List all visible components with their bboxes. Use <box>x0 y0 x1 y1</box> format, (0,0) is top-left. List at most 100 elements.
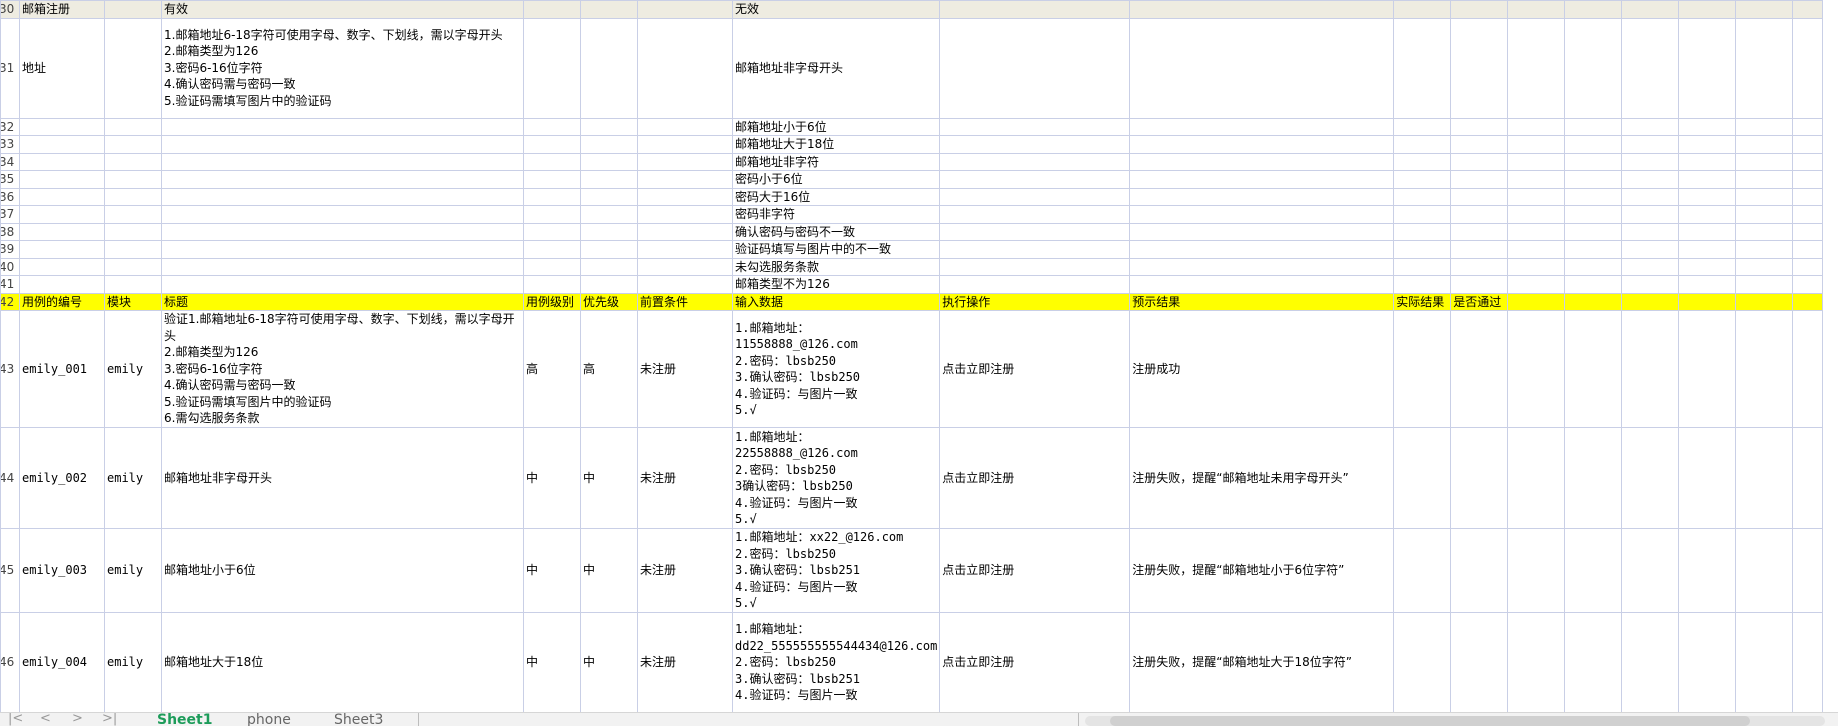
cell[interactable]: 点击立即注册 <box>939 612 1131 712</box>
cell[interactable] <box>1678 135 1737 154</box>
cell[interactable] <box>1792 152 1824 171</box>
cell[interactable] <box>1507 205 1566 224</box>
cell[interactable] <box>1450 427 1509 529</box>
cell[interactable] <box>104 240 162 259</box>
cell[interactable] <box>1393 528 1452 613</box>
cell[interactable] <box>1393 187 1452 206</box>
cell[interactable] <box>1129 0 1395 19</box>
cell[interactable] <box>1678 117 1737 136</box>
cell[interactable] <box>1621 152 1680 171</box>
cell[interactable]: 验证码填写与图片中的不一致 <box>731 240 941 259</box>
cell[interactable] <box>1393 205 1452 224</box>
cell[interactable] <box>1735 17 1794 119</box>
cell[interactable] <box>1678 257 1737 276</box>
cell[interactable] <box>1564 310 1623 428</box>
cell[interactable]: 用例的编号 <box>19 292 105 311</box>
cell[interactable] <box>523 257 581 276</box>
cell[interactable] <box>1564 292 1623 311</box>
cell[interactable] <box>1450 135 1509 154</box>
cell[interactable] <box>104 0 162 19</box>
cell[interactable]: 邮箱地址小于6位 <box>161 528 524 613</box>
cell[interactable] <box>939 257 1131 276</box>
cell[interactable]: 执行操作 <box>939 292 1131 311</box>
cell[interactable] <box>1129 135 1395 154</box>
cell[interactable] <box>1621 427 1680 529</box>
cell[interactable] <box>1393 240 1452 259</box>
cell[interactable] <box>580 257 638 276</box>
cell[interactable] <box>19 275 105 294</box>
cell[interactable]: 未注册 <box>637 310 733 428</box>
row-header[interactable]: 32 <box>0 117 20 136</box>
cell[interactable] <box>1792 117 1824 136</box>
cell[interactable]: 高 <box>523 310 581 428</box>
cell[interactable] <box>1735 275 1794 294</box>
cell[interactable] <box>523 240 581 259</box>
cell[interactable] <box>1507 135 1566 154</box>
cell[interactable]: 模块 <box>104 292 162 311</box>
cell[interactable]: 中 <box>523 528 581 613</box>
cell[interactable] <box>1507 117 1566 136</box>
cell[interactable] <box>1507 222 1566 241</box>
cell[interactable] <box>1564 528 1623 613</box>
cell[interactable]: 中 <box>580 612 638 712</box>
cell[interactable]: emily <box>104 528 162 613</box>
cell[interactable] <box>1129 257 1395 276</box>
cell[interactable] <box>1129 275 1395 294</box>
cell[interactable]: 点击立即注册 <box>939 310 1131 428</box>
cell[interactable]: 邮箱注册 <box>19 0 105 19</box>
cell[interactable] <box>161 240 524 259</box>
cell[interactable]: 密码大于16位 <box>731 187 941 206</box>
cell[interactable] <box>1564 427 1623 529</box>
cell[interactable] <box>1129 17 1395 119</box>
cell[interactable] <box>1735 0 1794 19</box>
cell[interactable] <box>939 222 1131 241</box>
cell[interactable]: 优先级 <box>580 292 638 311</box>
cell[interactable] <box>1792 292 1824 311</box>
cell[interactable]: 未注册 <box>637 612 733 712</box>
cell[interactable] <box>1621 135 1680 154</box>
cell[interactable] <box>580 0 638 19</box>
cell[interactable] <box>1735 135 1794 154</box>
cell[interactable]: 邮箱地址小于6位 <box>731 117 941 136</box>
cell[interactable]: 标题 <box>161 292 524 311</box>
cell[interactable] <box>104 170 162 189</box>
cell[interactable]: 未注册 <box>637 528 733 613</box>
cell[interactable] <box>1450 205 1509 224</box>
cell[interactable] <box>523 117 581 136</box>
cell[interactable] <box>1450 222 1509 241</box>
cell[interactable] <box>1621 292 1680 311</box>
cell[interactable] <box>1735 257 1794 276</box>
cell[interactable]: emily_002 <box>19 427 105 529</box>
cell[interactable] <box>1621 187 1680 206</box>
cell[interactable] <box>104 257 162 276</box>
cell[interactable]: 中 <box>523 612 581 712</box>
cell[interactable] <box>1621 17 1680 119</box>
cell[interactable] <box>1678 528 1737 613</box>
row-header[interactable]: 34 <box>0 152 20 171</box>
cell[interactable]: 邮箱地址大于18位 <box>161 612 524 712</box>
cell[interactable] <box>1507 292 1566 311</box>
cell[interactable]: 实际结果 <box>1393 292 1452 311</box>
cell[interactable] <box>1621 275 1680 294</box>
cell[interactable] <box>1792 275 1824 294</box>
cell[interactable] <box>1621 240 1680 259</box>
cell[interactable] <box>1129 117 1395 136</box>
cell[interactable] <box>161 222 524 241</box>
cell[interactable] <box>1678 187 1737 206</box>
cell[interactable] <box>19 117 105 136</box>
cell[interactable] <box>19 152 105 171</box>
cell[interactable] <box>523 222 581 241</box>
cell[interactable] <box>1678 205 1737 224</box>
cell[interactable] <box>1450 310 1509 428</box>
cell[interactable] <box>1129 170 1395 189</box>
tab-phone[interactable]: phone <box>247 713 291 726</box>
cell[interactable] <box>1507 275 1566 294</box>
cell[interactable] <box>637 205 733 224</box>
cell[interactable] <box>1450 187 1509 206</box>
cell[interactable] <box>1507 257 1566 276</box>
cell[interactable] <box>1393 427 1452 529</box>
cell[interactable]: 点击立即注册 <box>939 528 1131 613</box>
cell[interactable] <box>580 135 638 154</box>
cell[interactable] <box>939 0 1131 19</box>
cell[interactable] <box>161 135 524 154</box>
